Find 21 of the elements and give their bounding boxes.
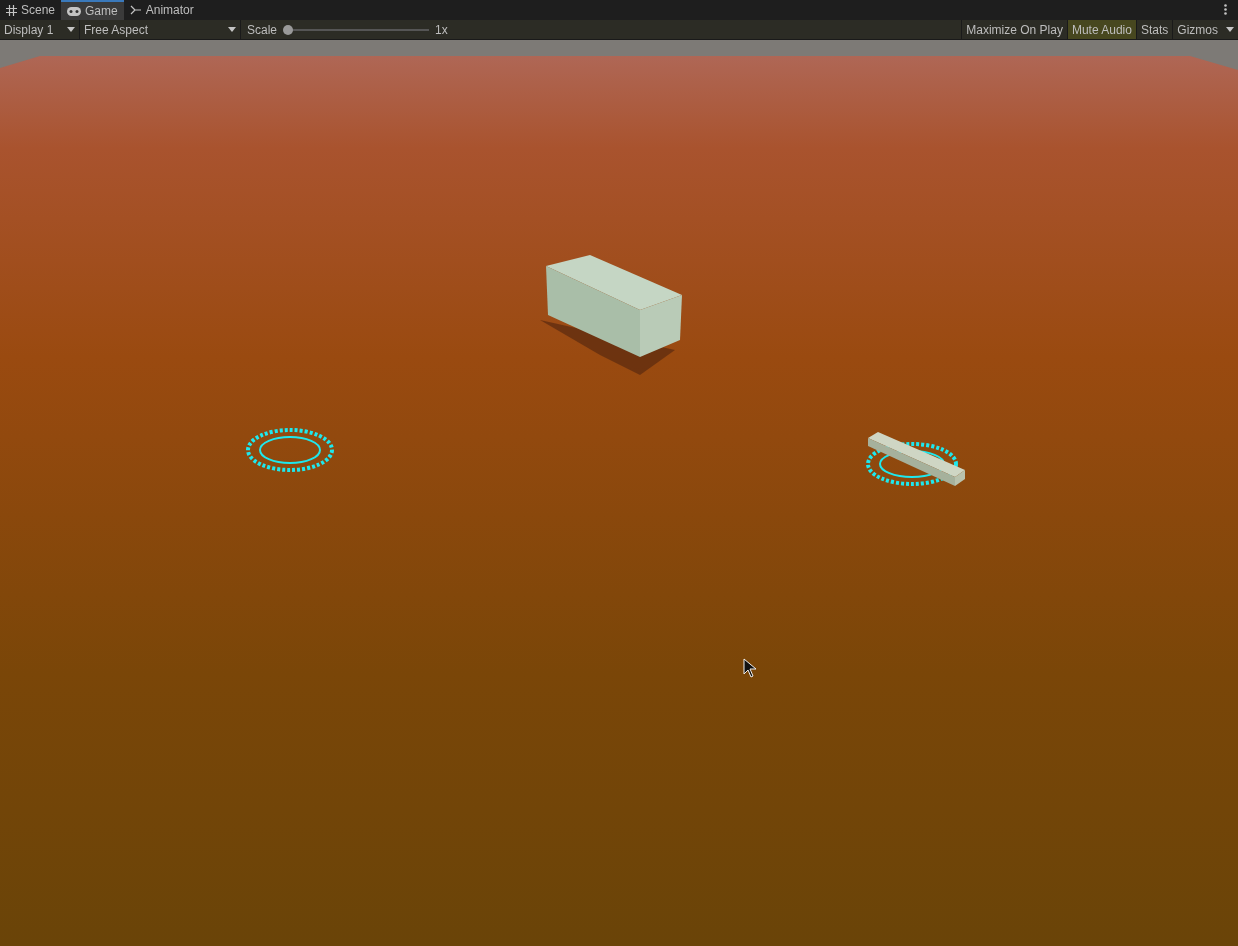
- caret-icon: [1226, 27, 1234, 32]
- toggle-button[interactable]: Mute Audio: [1066, 20, 1136, 39]
- caret-icon: [67, 27, 75, 32]
- tab[interactable]: Game: [61, 0, 124, 20]
- mouse-pointer-icon: [743, 658, 757, 678]
- scale-value: 1x: [435, 21, 448, 39]
- grid-icon: [6, 4, 17, 16]
- scale-slider[interactable]: [283, 24, 430, 35]
- more-options-icon[interactable]: [1224, 4, 1227, 15]
- toggle-button[interactable]: Stats: [1135, 20, 1173, 39]
- tab[interactable]: Scene: [0, 0, 62, 20]
- caret-icon: [228, 27, 236, 32]
- tab[interactable]: Animator: [123, 0, 200, 20]
- gamepad-icon: [67, 6, 82, 16]
- slider-thumb[interactable]: [283, 24, 294, 35]
- node-graph-icon: [129, 5, 142, 15]
- scale-label: Scale: [247, 21, 278, 39]
- gizmos-button[interactable]: Gizmos: [1172, 20, 1222, 39]
- display-dropdown[interactable]: Display 1: [0, 20, 80, 39]
- aspect-dropdown[interactable]: Free Aspect: [80, 20, 241, 39]
- toggle-button[interactable]: Maximize On Play: [961, 20, 1067, 39]
